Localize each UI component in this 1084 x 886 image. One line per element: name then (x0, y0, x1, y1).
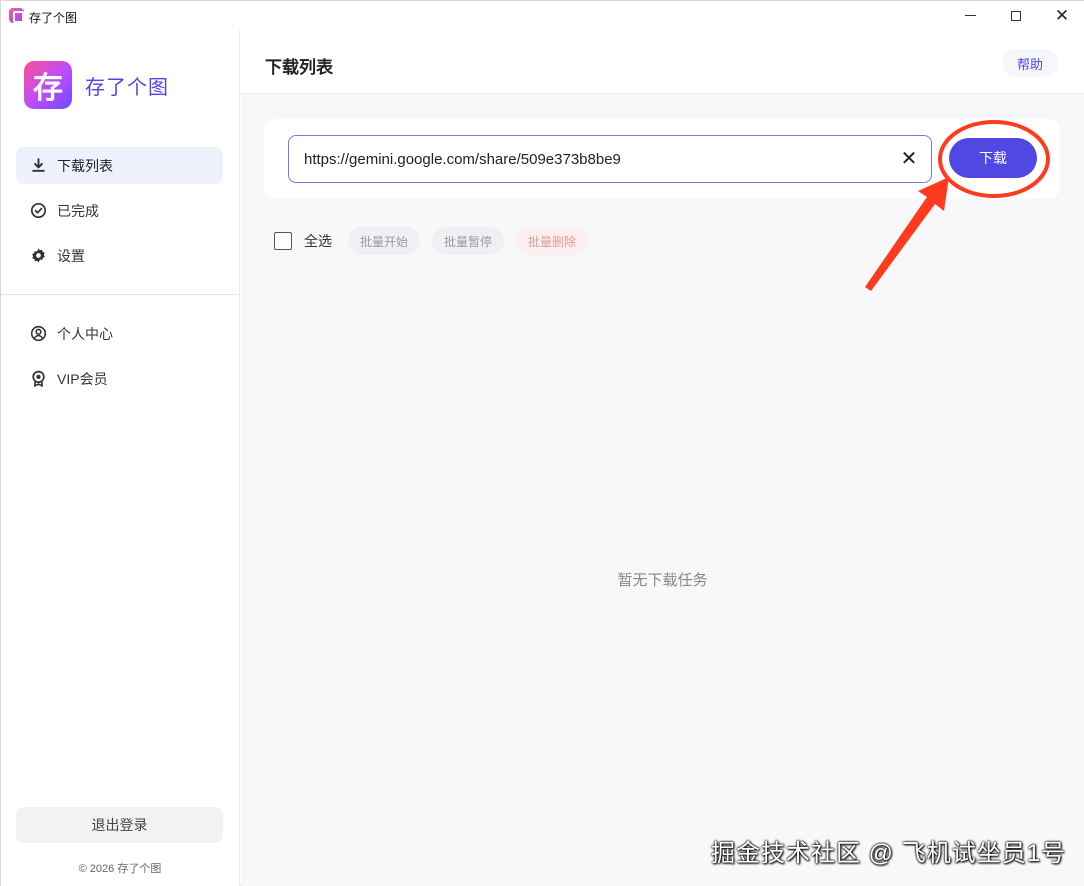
sidebar: 存 存了个图 下载列表 已完成 设置 个人中心 VIP会员 退出登录 © 202… (1, 30, 240, 886)
brand-logo-icon: 存 (24, 61, 72, 109)
url-field-wrapper: ✕ (288, 135, 932, 183)
batch-delete-button[interactable]: 批量删除 (516, 227, 589, 255)
empty-state-text: 暂无下载任务 (617, 572, 708, 589)
sidebar-item-label: 下载列表 (57, 157, 113, 174)
download-icon (29, 157, 47, 175)
sidebar-item-profile[interactable]: 个人中心 (16, 315, 223, 352)
sidebar-item-label: 已完成 (57, 202, 99, 219)
sidebar-item-label: 个人中心 (57, 325, 113, 342)
sidebar-item-label: 设置 (57, 247, 85, 264)
maximize-button[interactable] (993, 1, 1039, 30)
download-button[interactable]: 下载 (949, 138, 1037, 178)
url-input[interactable] (304, 144, 894, 174)
sidebar-divider (1, 294, 239, 295)
sidebar-item-label: VIP会员 (57, 370, 108, 387)
gear-icon (29, 247, 47, 265)
brand: 存 存了个图 (24, 61, 169, 109)
sidebar-item-vip[interactable]: VIP会员 (16, 360, 223, 397)
sidebar-item-completed[interactable]: 已完成 (16, 192, 223, 229)
title-bar[interactable]: 存了个图 ✕ (1, 1, 1084, 30)
url-input-card: ✕ 下载 (264, 119, 1060, 199)
main-header: 下载列表 帮助 (241, 30, 1084, 94)
watermark-text: 掘金技术社区 @ 飞机试坐员1号 (711, 840, 1067, 867)
window-title: 存了个图 (29, 11, 78, 25)
minimize-button[interactable] (947, 1, 993, 30)
batch-start-button[interactable]: 批量开始 (348, 227, 421, 255)
brand-name: 存了个图 (85, 76, 169, 99)
maximize-icon (1011, 10, 1021, 21)
sidebar-item-settings[interactable]: 设置 (16, 237, 223, 274)
minimize-icon (964, 15, 976, 16)
clear-input-icon[interactable]: ✕ (898, 148, 920, 170)
sidebar-item-download-list[interactable]: 下载列表 (16, 147, 223, 184)
main-panel: 下载列表 帮助 ✕ 下载 全选 批量开始 批量暂停 批量删除 暂无下载任务 (241, 30, 1084, 886)
logout-button[interactable]: 退出登录 (16, 807, 223, 843)
medal-icon (29, 370, 47, 388)
select-all-checkbox[interactable] (274, 232, 292, 250)
app-window: 存了个图 ✕ 存 存了个图 下载列表 已完成 设置 个人中心 VIP会员 退出登… (0, 0, 1084, 886)
user-circle-icon (29, 325, 47, 343)
page-title: 下载列表 (265, 58, 333, 77)
select-all-label[interactable]: 全选 (304, 231, 332, 251)
batch-pause-button[interactable]: 批量暂停 (432, 227, 505, 255)
check-circle-icon (29, 202, 47, 220)
help-button[interactable]: 帮助 (1002, 49, 1058, 77)
copyright-text: © 2026 存了个图 (78, 863, 162, 875)
close-window-button[interactable]: ✕ (1039, 1, 1084, 30)
batch-toolbar: 全选 批量开始 批量暂停 批量删除 (274, 227, 589, 255)
close-icon: ✕ (1054, 6, 1070, 25)
app-logo-icon (9, 8, 24, 23)
